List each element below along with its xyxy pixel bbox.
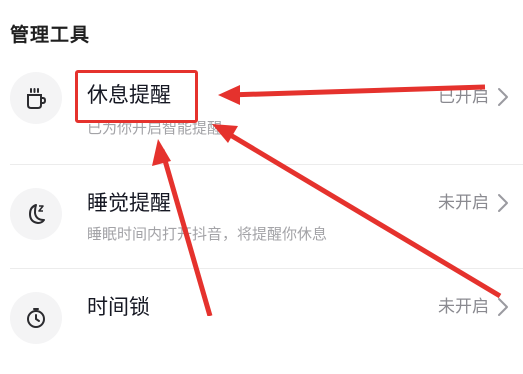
moon-sleep-icon	[29, 204, 45, 224]
status-text: 未开启	[438, 193, 489, 213]
row-title: 睡觉提醒	[87, 191, 171, 215]
status-text: 未开启	[438, 297, 489, 317]
icon-container	[10, 188, 62, 240]
row-title: 时间锁	[87, 295, 150, 319]
cup-icon	[27, 88, 47, 109]
divider	[10, 164, 523, 165]
highlight-box	[75, 70, 198, 123]
icon-container	[10, 292, 62, 344]
sleep-reminder-row[interactable]: 睡觉提醒 睡眠时间内打开抖音，将提醒你休息 未开启	[0, 166, 523, 270]
status-text: 已开启	[438, 87, 489, 107]
section-title: 管理工具	[10, 24, 91, 46]
time-lock-row[interactable]: 时间锁 未开启	[0, 270, 523, 374]
divider	[10, 268, 523, 269]
icon-container	[10, 72, 62, 124]
chevron-right-icon	[498, 88, 508, 106]
clock-lock-icon	[27, 308, 45, 328]
chevron-right-icon	[498, 298, 508, 316]
chevron-right-icon	[498, 194, 508, 212]
row-subtitle: 睡眠时间内打开抖音，将提醒你休息	[87, 225, 328, 243]
